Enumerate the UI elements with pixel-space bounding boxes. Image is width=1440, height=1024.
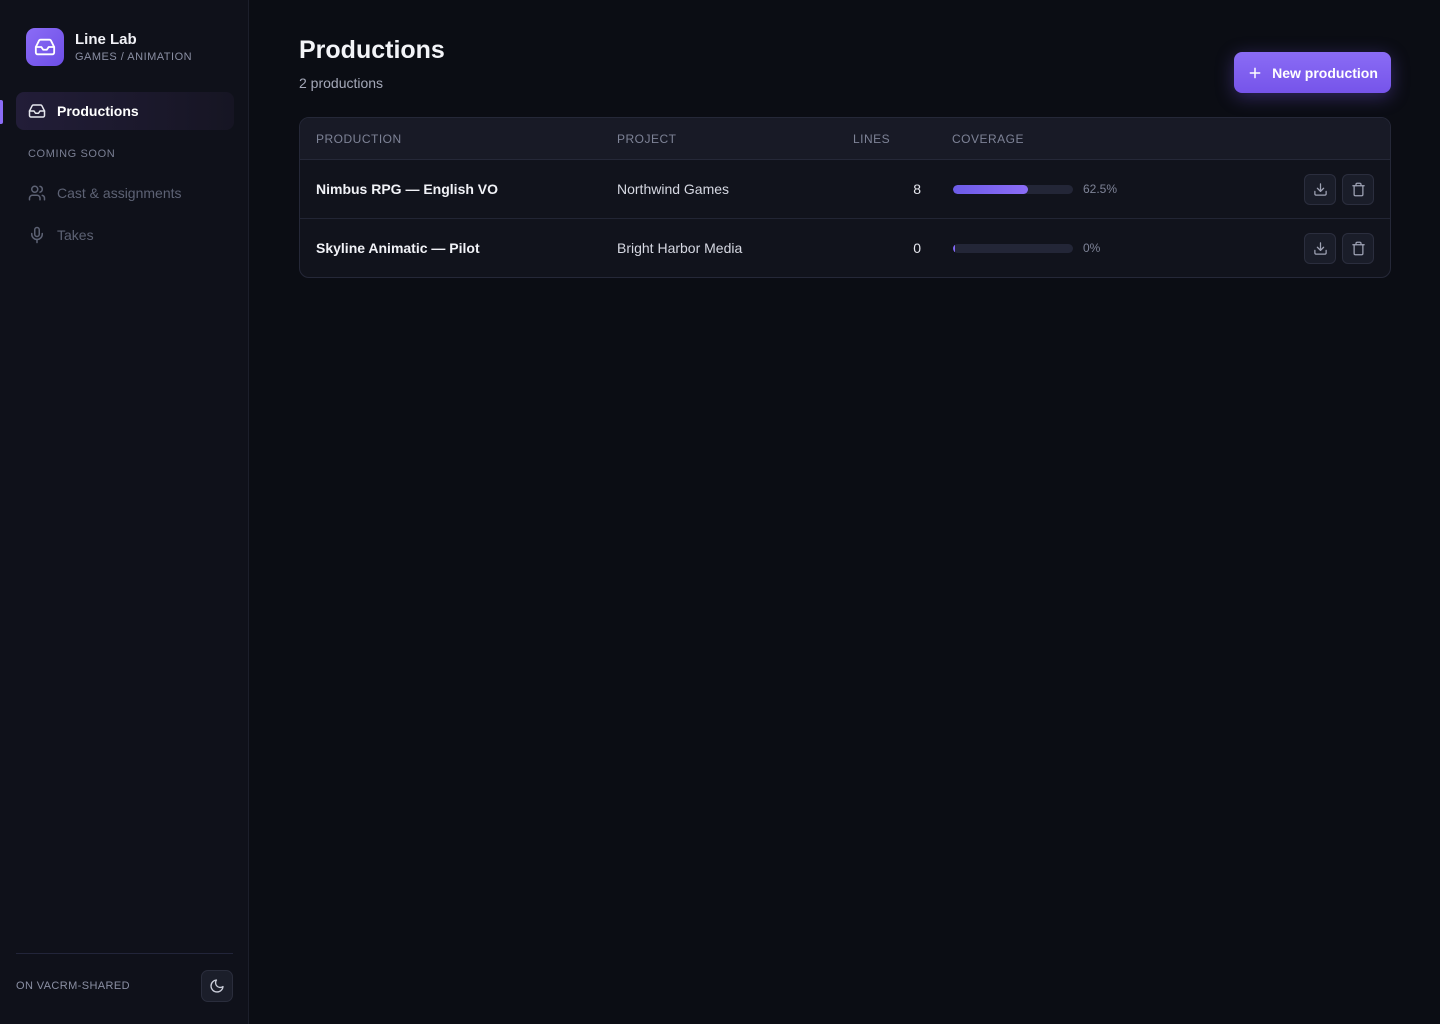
column-header-production[interactable]: PRODUCTION xyxy=(316,132,402,146)
coverage-percent: 0% xyxy=(1083,241,1101,255)
active-indicator xyxy=(0,100,3,124)
new-production-button[interactable]: New production xyxy=(1234,52,1391,93)
column-header-project[interactable]: PROJECT xyxy=(617,132,677,146)
download-icon xyxy=(1313,182,1328,197)
new-production-label: New production xyxy=(1272,64,1378,81)
productions-table: PRODUCTION PROJECT LINES COVERAGE Nimbus… xyxy=(299,117,1391,278)
lines-count: 8 xyxy=(913,181,921,197)
lines-count: 0 xyxy=(913,240,921,256)
brand-subtitle: GAMES / ANIMATION xyxy=(75,50,193,63)
sidebar-divider xyxy=(16,953,233,954)
page-title: Productions xyxy=(299,36,445,64)
table-header: PRODUCTION PROJECT LINES COVERAGE xyxy=(300,118,1390,160)
users-icon xyxy=(27,183,47,203)
plus-icon xyxy=(1247,65,1263,81)
production-name[interactable]: Nimbus RPG — English VO xyxy=(316,181,498,197)
sidebar-item-label: Productions xyxy=(57,103,139,119)
delete-button[interactable] xyxy=(1342,233,1374,264)
moon-icon xyxy=(209,978,225,994)
table-row[interactable]: Nimbus RPG — English VO Northwind Games … xyxy=(300,160,1390,219)
sidebar-item-cast: Cast & assignments xyxy=(16,174,234,212)
coverage-bar xyxy=(953,185,1073,194)
inbox-icon xyxy=(27,101,47,121)
sidebar-item-takes: Takes xyxy=(16,216,234,254)
sidebar: Line Lab GAMES / ANIMATION Productions C… xyxy=(0,0,249,1024)
delete-button[interactable] xyxy=(1342,174,1374,205)
sidebar-item-label: Cast & assignments xyxy=(57,185,182,201)
download-icon xyxy=(1313,241,1328,256)
project-name: Bright Harbor Media xyxy=(617,240,743,256)
microphone-icon xyxy=(27,225,47,245)
coverage-bar-fill xyxy=(953,185,1028,194)
productions-count: 2 productions xyxy=(299,75,384,91)
column-header-coverage[interactable]: COVERAGE xyxy=(952,132,1024,146)
sidebar-item-productions[interactable]: Productions xyxy=(16,92,234,130)
production-name[interactable]: Skyline Animatic — Pilot xyxy=(316,240,480,256)
project-name: Northwind Games xyxy=(617,181,730,197)
download-button[interactable] xyxy=(1304,233,1336,264)
workspace-label: ON VACRM-SHARED xyxy=(16,980,130,992)
column-header-lines[interactable]: LINES xyxy=(853,132,890,146)
coverage-percent: 62.5% xyxy=(1083,182,1118,196)
download-button[interactable] xyxy=(1304,174,1336,205)
table-row[interactable]: Skyline Animatic — Pilot Bright Harbor M… xyxy=(300,219,1390,277)
trash-icon xyxy=(1351,241,1366,256)
inbox-icon xyxy=(26,28,64,66)
brand-name: Line Lab xyxy=(75,30,137,48)
brand[interactable]: Line Lab GAMES / ANIMATION xyxy=(26,28,192,66)
coverage-bar xyxy=(953,244,1073,253)
trash-icon xyxy=(1351,182,1366,197)
theme-toggle-button[interactable] xyxy=(201,970,233,1002)
section-label-coming-soon: COMING SOON xyxy=(28,148,116,160)
sidebar-item-label: Takes xyxy=(57,227,94,243)
coverage-bar-fill xyxy=(953,244,955,253)
